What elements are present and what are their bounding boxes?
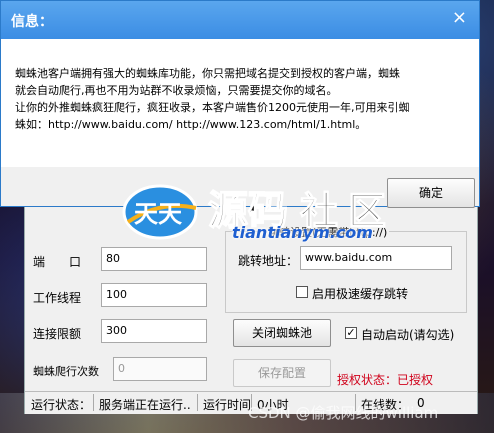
message-line: 就会自动爬行,再也不用为站群不收录烦恼，只需要提交你的域名。	[15, 84, 338, 97]
crawl-count-input[interactable]: 0	[113, 357, 207, 381]
message-line: 蛛如：http://www.baidu.com/ http://www.123.…	[15, 118, 367, 131]
status-divider	[93, 394, 94, 411]
jump-address-label: 跳转地址：	[238, 254, 299, 268]
crawl-count-label: 蜘蛛爬行次数	[33, 365, 99, 378]
jump-address-input[interactable]: www.baidu.com	[300, 246, 452, 270]
message-line: 蜘蛛池客户端拥有强大的蜘蛛库功能，你只需把域名提交到授权的客户端，蜘蛛	[15, 67, 400, 80]
dialog-title: 信息：	[11, 14, 53, 30]
port-input[interactable]: 80	[101, 247, 207, 271]
run-state-value: 服务端正在运行..	[99, 398, 191, 412]
status-divider	[197, 394, 198, 411]
fast-cache-label: 启用极速缓存跳转	[312, 287, 409, 301]
limit-label: 连接限额	[33, 327, 82, 341]
run-state-label: 运行状态：	[31, 398, 92, 412]
auto-start-label: 自动启动(请勾选)	[361, 328, 455, 342]
threads-input[interactable]: 100	[101, 283, 207, 307]
jump-settings-group: 跳转设置(无需带http://) 跳转地址： www.baidu.com 启用极…	[225, 224, 467, 313]
fast-cache-checkbox[interactable]	[296, 286, 308, 298]
dialog-message: 蜘蛛池客户端拥有强大的蜘蛛库功能，你只需把域名提交到授权的客户端，蜘蛛 就会自动…	[15, 65, 465, 133]
info-dialog: 信息： × 蜘蛛池客户端拥有强大的蜘蛛库功能，你只需把域名提交到授权的客户端，蜘…	[0, 0, 480, 208]
message-line: 让你的外推蜘蛛疯狂爬行，疯狂收录，本客户端售价1200元使用一年,可用来引蜘	[15, 101, 410, 114]
csdn-watermark: CSDN @偷我网线的william	[248, 404, 439, 422]
ok-button[interactable]: 确定	[387, 178, 475, 208]
port-label: 端 口	[33, 255, 82, 269]
auto-start-checkbox[interactable]: ✓	[345, 327, 357, 339]
dialog-message-area: 蜘蛛池客户端拥有强大的蜘蛛库功能，你只需把域名提交到授权的客户端，蜘蛛 就会自动…	[1, 39, 479, 167]
save-config-button[interactable]: 保存配置	[233, 359, 331, 387]
watermark-url: tiantianym.com	[232, 223, 373, 242]
runtime-label: 运行时间	[203, 398, 252, 412]
close-pool-button[interactable]: 关闭蜘蛛池	[233, 319, 331, 347]
dialog-titlebar: 信息： ×	[1, 1, 479, 39]
auth-status: 授权状态：已授权	[337, 373, 434, 387]
threads-label: 工作线程	[33, 291, 82, 305]
limit-input[interactable]: 300	[101, 319, 207, 343]
close-icon[interactable]: ×	[452, 8, 467, 28]
